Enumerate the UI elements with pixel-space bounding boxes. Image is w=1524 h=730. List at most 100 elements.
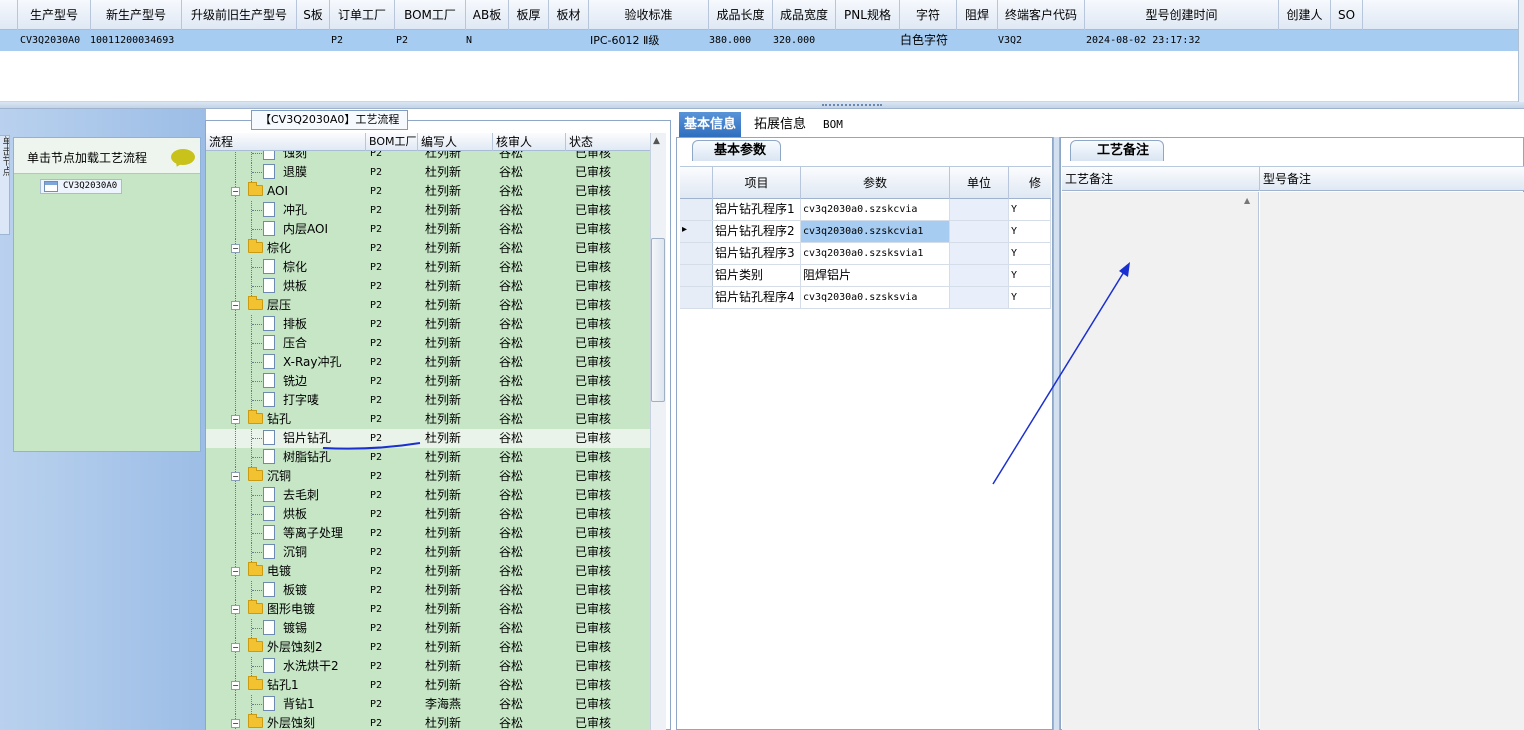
cell-item[interactable]: 铝片钻孔程序2 [713, 221, 801, 242]
collapse-toggle-icon[interactable]: − [231, 567, 240, 576]
col-header-pnl[interactable]: PNL规格 [836, 0, 900, 30]
horizontal-splitter[interactable] [0, 102, 1524, 109]
cell-creator[interactable] [1279, 30, 1331, 51]
row-selector[interactable]: ▸ [680, 221, 713, 242]
cell-param[interactable]: cv3q2030a0.szsksvia1 [801, 243, 950, 264]
col-header-status[interactable]: 状态 [566, 133, 650, 151]
tree-step-row[interactable]: 排板 P2 杜列新 谷松 已审核 [206, 315, 650, 334]
tab-basic-params[interactable]: 基本参数 [692, 140, 782, 161]
tree-step-row[interactable]: 水洗烘干2 P2 杜列新 谷松 已审核 [206, 657, 650, 676]
col-header-item[interactable]: 项目 [713, 167, 801, 199]
col-header-process-remark[interactable]: 工艺备注 [1062, 167, 1260, 191]
tree-step-row[interactable]: 铝片钻孔 P2 杜列新 谷松 已审核 [206, 429, 650, 448]
vertical-splitter[interactable] [1053, 137, 1060, 730]
cell-unit[interactable] [950, 243, 1009, 264]
model-grid-row[interactable]: CV3Q2030A0 10011200034693 P2 P2 N IPC-60… [0, 30, 1518, 51]
collapse-toggle-icon[interactable]: − [231, 472, 240, 481]
cell-customer-code[interactable]: V3Q2 [998, 30, 1085, 51]
col-header-param[interactable]: 参数 [801, 167, 950, 199]
col-header-customer-code[interactable]: 终端客户代码 [998, 0, 1085, 30]
tab-extended-info[interactable]: 拓展信息 [754, 112, 806, 137]
col-header-bom-factory[interactable]: BOM工厂 [395, 0, 466, 30]
col-header-created-at[interactable]: 型号创建时间 [1085, 0, 1279, 30]
cell-old-model[interactable] [182, 30, 297, 51]
cell-unit[interactable] [950, 265, 1009, 286]
col-header-ab-board[interactable]: AB板 [466, 0, 509, 30]
param-row[interactable]: 铝片钻孔程序3 cv3q2030a0.szsksvia1 Y [680, 243, 1051, 265]
cell-param[interactable]: cv3q2030a0.szsksvia [801, 287, 950, 308]
cell-solder-mask[interactable] [957, 30, 998, 51]
tree-step-row[interactable]: 打字唛 P2 杜列新 谷松 已审核 [206, 391, 650, 410]
tree-group-row[interactable]: − 层压 P2 杜列新 谷松 已审核 [206, 296, 650, 315]
tree-step-row[interactable]: 烘板 P2 杜列新 谷松 已审核 [206, 505, 650, 524]
collapse-toggle-icon[interactable]: − [231, 301, 240, 310]
col-header-creator[interactable]: 创建人 [1279, 0, 1331, 30]
tab-bom[interactable]: BOM [823, 112, 843, 137]
col-header-so[interactable]: SO [1331, 0, 1363, 30]
collapse-toggle-icon[interactable]: − [231, 643, 240, 652]
cell-length[interactable]: 380.000 [709, 30, 773, 51]
tree-group-row[interactable]: − 电镀 P2 杜列新 谷松 已审核 [206, 562, 650, 581]
row-selector[interactable] [680, 287, 713, 308]
cell-model[interactable]: CV3Q2030A0 [20, 30, 90, 51]
cell-param[interactable]: cv3q2030a0.szskcvia1 [801, 221, 950, 242]
cell-s-board[interactable] [297, 30, 330, 51]
cell-acceptance[interactable]: IPC-6012 Ⅱ级 [590, 30, 708, 51]
cell-param[interactable]: cv3q2030a0.szskcvia [801, 199, 950, 220]
tree-group-row[interactable]: − 棕化 P2 杜列新 谷松 已审核 [206, 239, 650, 258]
row-selector[interactable] [680, 265, 713, 286]
process-scrollbar[interactable] [650, 133, 666, 730]
collapse-toggle-icon[interactable]: − [231, 187, 240, 196]
row-selector[interactable] [680, 199, 713, 220]
tree-step-row[interactable]: 去毛刺 P2 杜列新 谷松 已审核 [206, 486, 650, 505]
cell-modify[interactable]: Y [1009, 221, 1051, 242]
model-grid-scrollbar[interactable] [1518, 0, 1524, 102]
tree-step-row[interactable]: 镀锡 P2 杜列新 谷松 已审核 [206, 619, 650, 638]
param-row[interactable]: 铝片类别 阻焊铝片 Y [680, 265, 1051, 287]
cell-thickness[interactable] [509, 30, 549, 51]
cell-item[interactable]: 铝片类别 [713, 265, 801, 286]
tree-group-row[interactable]: − 外层蚀刻 P2 杜列新 谷松 已审核 [206, 714, 650, 730]
col-header-model-remark[interactable]: 型号备注 [1260, 167, 1524, 191]
scroll-up-arrow-icon[interactable]: ▲ [653, 136, 660, 146]
tab-basic-info[interactable]: 基本信息 [679, 112, 742, 137]
col-header-order-factory[interactable]: 订单工厂 [330, 0, 395, 30]
tree-group-row[interactable]: − 钻孔 P2 杜列新 谷松 已审核 [206, 410, 650, 429]
col-header-new-model[interactable]: 新生产型号 [91, 0, 182, 30]
process-scrollbar-thumb[interactable] [651, 238, 665, 402]
col-header-acceptance[interactable]: 验收标准 [589, 0, 709, 30]
cell-ab-board[interactable]: N [466, 30, 506, 51]
model-remark-textarea[interactable] [1260, 192, 1524, 730]
collapse-toggle-icon[interactable]: − [231, 244, 240, 253]
tree-step-row[interactable]: 沉铜 P2 杜列新 谷松 已审核 [206, 543, 650, 562]
tree-step-row[interactable]: X-Ray冲孔 P2 杜列新 谷松 已审核 [206, 353, 650, 372]
cell-material[interactable] [549, 30, 589, 51]
col-header-model[interactable]: 生产型号 [18, 0, 91, 30]
col-header-writer[interactable]: 编写人 [418, 133, 493, 151]
cell-new-model[interactable]: 10011200034693 [90, 30, 182, 51]
col-header-char[interactable]: 字符 [900, 0, 957, 30]
cell-width[interactable]: 320.000 [773, 30, 836, 51]
col-header-s-board[interactable]: S板 [297, 0, 330, 30]
tree-step-row[interactable]: 铣边 P2 杜列新 谷松 已审核 [206, 372, 650, 391]
collapse-toggle-icon[interactable]: − [231, 681, 240, 690]
tree-step-row[interactable]: 棕化 P2 杜列新 谷松 已审核 [206, 258, 650, 277]
tree-step-row[interactable]: 板镀 P2 杜列新 谷松 已审核 [206, 581, 650, 600]
param-row[interactable]: 铝片钻孔程序1 cv3q2030a0.szskcvia Y [680, 199, 1051, 221]
col-header-bom-factory[interactable]: BOM工厂 [366, 133, 418, 151]
cell-modify[interactable]: Y [1009, 265, 1051, 286]
cell-modify[interactable]: Y [1009, 243, 1051, 264]
tree-group-row[interactable]: − 沉铜 P2 杜列新 谷松 已审核 [206, 467, 650, 486]
cell-bom-factory[interactable]: P2 [396, 30, 456, 51]
sidebar-vertical-tab[interactable]: 单击节点 [0, 135, 10, 235]
col-header-reviewer[interactable]: 核审人 [493, 133, 566, 151]
tree-step-row[interactable]: 烘板 P2 杜列新 谷松 已审核 [206, 277, 650, 296]
col-header-width[interactable]: 成品宽度 [773, 0, 836, 30]
col-header-old-model[interactable]: 升级前旧生产型号 [182, 0, 297, 30]
row-selector[interactable] [680, 243, 713, 264]
tree-step-row[interactable]: 内层AOI P2 杜列新 谷松 已审核 [206, 220, 650, 239]
cell-param[interactable]: 阻焊铝片 [801, 265, 950, 286]
tree-group-row[interactable]: − AOI P2 杜列新 谷松 已审核 [206, 182, 650, 201]
cell-item[interactable]: 铝片钻孔程序1 [713, 199, 801, 220]
cell-created-at[interactable]: 2024-08-02 23:17:32 [1086, 30, 1279, 51]
